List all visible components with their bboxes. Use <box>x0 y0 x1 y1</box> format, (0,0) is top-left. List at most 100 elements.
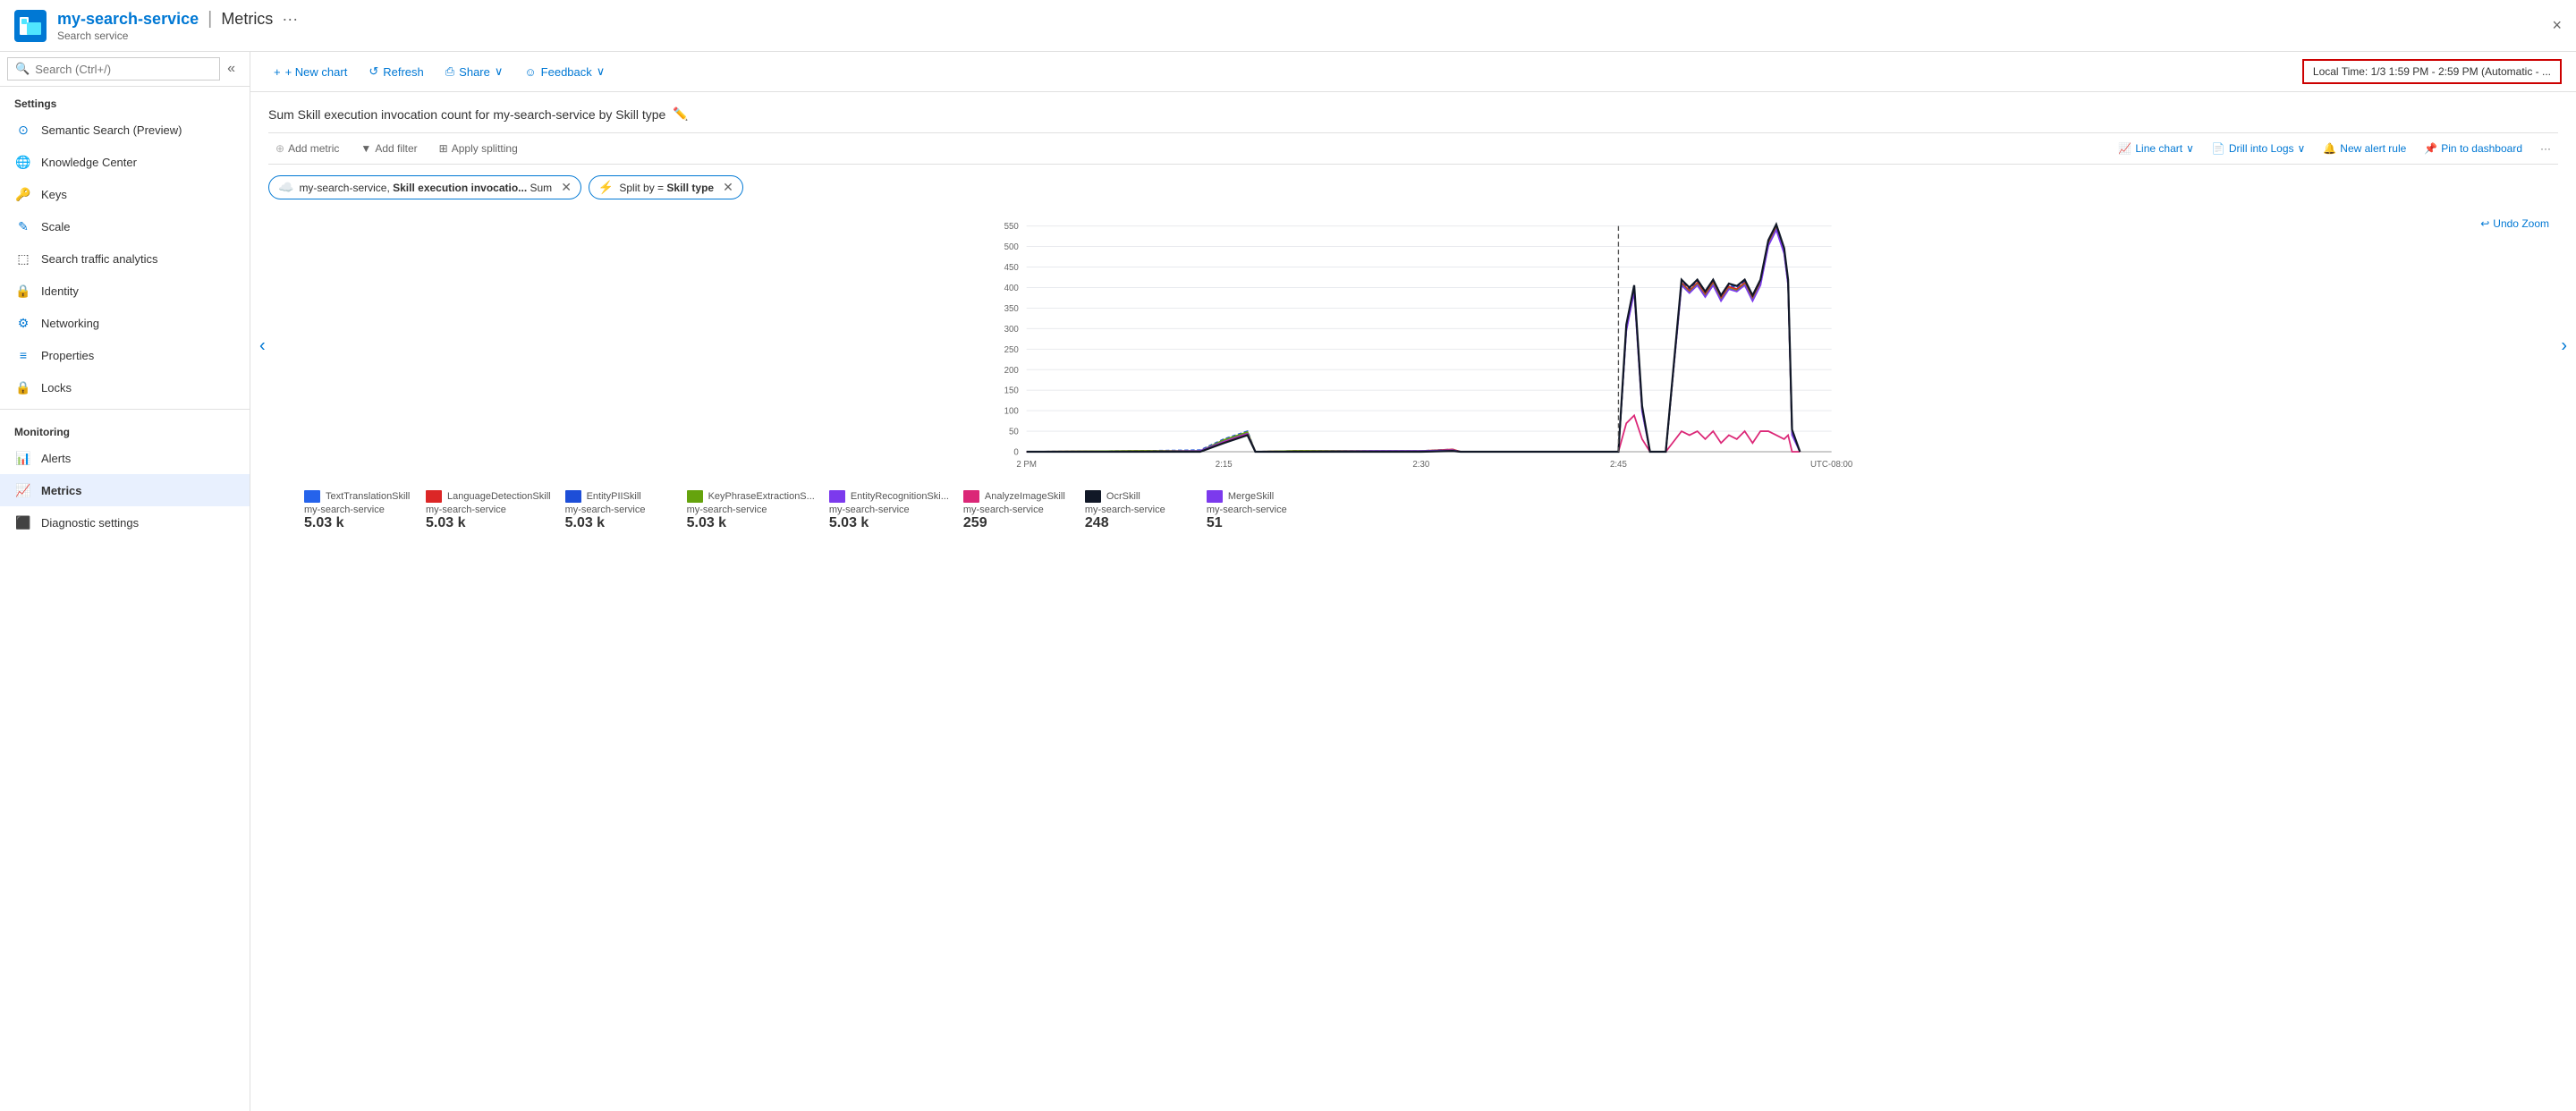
sidebar-collapse-btn[interactable]: « <box>220 57 242 81</box>
sidebar-item-metrics[interactable]: 📈 Metrics <box>0 474 250 506</box>
legend-label-0: TextTranslationSkill <box>326 491 410 502</box>
sidebar-item-search-traffic[interactable]: ⬚ Search traffic analytics <box>0 242 250 275</box>
knowledge-center-icon: 🌐 <box>14 153 32 171</box>
svg-text:2:45: 2:45 <box>1610 460 1627 470</box>
more-options-button[interactable]: ··· <box>2533 139 2558 158</box>
legend-label-3: KeyPhraseExtractionS... <box>708 491 815 502</box>
sidebar-item-knowledge-center[interactable]: 🌐 Knowledge Center <box>0 146 250 178</box>
sidebar-item-identity[interactable]: 🔒 Identity <box>0 275 250 307</box>
pin-dashboard-label: Pin to dashboard <box>2441 142 2522 155</box>
legend-value-2: 5.03 k <box>565 515 605 531</box>
chart-toolbar: ⊕ Add metric ▼ Add filter ⊞ Apply splitt… <box>268 132 2558 165</box>
legend-service-1: my-search-service <box>426 505 506 515</box>
chart-legend: TextTranslationSkill my-search-service 5… <box>268 490 2558 531</box>
sidebar-item-locks[interactable]: 🔒 Locks <box>0 371 250 403</box>
drill-logs-chevron: ∨ <box>2298 142 2306 155</box>
legend-value-1: 5.03 k <box>426 515 465 531</box>
legend-service-6: my-search-service <box>1085 505 1165 515</box>
legend-color-5 <box>963 490 979 503</box>
sidebar-item-label: Knowledge Center <box>41 156 137 169</box>
pill-text: my-search-service, Skill execution invoc… <box>299 182 552 194</box>
sidebar-item-label: Search traffic analytics <box>41 252 158 266</box>
legend-label-5: AnalyzeImageSkill <box>985 491 1065 502</box>
legend-value-5: 259 <box>963 515 987 531</box>
line-chart-button[interactable]: 📈 Line chart ∨ <box>2111 139 2200 158</box>
refresh-button[interactable]: ↺ Refresh <box>360 60 432 83</box>
chart-container: ‹ <box>277 210 2549 481</box>
legend-value-6: 248 <box>1085 515 1109 531</box>
sidebar-search-input[interactable] <box>35 63 212 76</box>
apply-splitting-button[interactable]: ⊞ Apply splitting <box>432 139 525 158</box>
chart-title-edit-icon[interactable]: ✏️ <box>673 106 688 122</box>
sidebar-item-semantic-search[interactable]: ⊙ Semantic Search (Preview) <box>0 114 250 146</box>
legend-item-1: LanguageDetectionSkill my-search-service… <box>426 490 551 531</box>
service-name: my-search-service <box>57 10 199 29</box>
split-pill-remove-btn[interactable]: ✕ <box>723 180 733 195</box>
legend-item-7: MergeSkill my-search-service 51 <box>1207 490 1314 531</box>
drill-logs-icon: 📄 <box>2212 142 2225 155</box>
refresh-icon: ↺ <box>369 64 378 79</box>
feedback-icon: ☺ <box>524 65 536 79</box>
add-metric-button[interactable]: ⊕ Add metric <box>268 139 346 158</box>
feedback-label: Feedback <box>541 65 592 79</box>
svg-text:300: 300 <box>1004 325 1020 335</box>
main-toolbar: + + New chart ↺ Refresh ⎙ Share ∨ ☺ Feed… <box>250 52 2576 92</box>
legend-color-3 <box>687 490 703 503</box>
sidebar-item-alerts[interactable]: 📊 Alerts <box>0 442 250 474</box>
split-pill-icon: ⚡ <box>598 180 614 195</box>
title-separator: | <box>208 9 212 30</box>
header-more-btn[interactable]: ··· <box>282 10 298 29</box>
sidebar-item-scale[interactable]: ✎ Scale <box>0 210 250 242</box>
sidebar-item-label: Diagnostic settings <box>41 516 139 530</box>
chart-nav-right-button[interactable]: › <box>2561 335 2567 356</box>
sidebar-item-properties[interactable]: ≡ Properties <box>0 339 250 371</box>
feedback-button[interactable]: ☺ Feedback ∨ <box>515 60 614 83</box>
sidebar-item-networking[interactable]: ⚙ Networking <box>0 307 250 339</box>
new-alert-label: New alert rule <box>2340 142 2406 155</box>
legend-service-3: my-search-service <box>687 505 767 515</box>
new-alert-button[interactable]: 🔔 New alert rule <box>2316 139 2413 158</box>
sidebar-item-label: Networking <box>41 317 99 330</box>
chart-toolbar-right: 📈 Line chart ∨ 📄 Drill into Logs ∨ 🔔 New… <box>2111 139 2558 158</box>
svg-text:250: 250 <box>1004 345 1020 355</box>
cloud-icon: ☁️ <box>278 180 293 195</box>
time-range-button[interactable]: Local Time: 1/3 1:59 PM - 2:59 PM (Autom… <box>2302 59 2562 84</box>
identity-icon: 🔒 <box>14 282 32 300</box>
drill-logs-button[interactable]: 📄 Drill into Logs ∨ <box>2205 139 2312 158</box>
sidebar-item-label: Properties <box>41 349 94 362</box>
legend-item-4: EntityRecognitionSki... my-search-servic… <box>829 490 949 531</box>
sidebar-item-keys[interactable]: 🔑 Keys <box>0 178 250 210</box>
chart-area: Sum Skill execution invocation count for… <box>250 92 2576 1111</box>
legend-value-3: 5.03 k <box>687 515 726 531</box>
legend-label-6: OcrSkill <box>1106 491 1140 502</box>
add-metric-label: Add metric <box>288 142 339 155</box>
share-chevron-icon: ∨ <box>495 64 504 79</box>
new-chart-label: + New chart <box>285 65 348 79</box>
sidebar-item-diagnostic[interactable]: ⬛ Diagnostic settings <box>0 506 250 539</box>
new-chart-button[interactable]: + + New chart <box>265 61 356 83</box>
svg-text:550: 550 <box>1004 222 1020 232</box>
pill-remove-btn[interactable]: ✕ <box>561 180 572 195</box>
app-logo <box>14 10 47 42</box>
chart-nav-left-button[interactable]: ‹ <box>259 335 266 356</box>
monitoring-section: Monitoring 📊 Alerts 📈 Metrics ⬛ Diagnost… <box>0 415 250 539</box>
page-title: Metrics <box>221 10 273 29</box>
share-button[interactable]: ⎙ Share ∨ <box>436 60 513 83</box>
filter-icon: ▼ <box>360 142 371 155</box>
header-subtitle: Search service <box>57 30 298 42</box>
alert-icon: 🔔 <box>2323 142 2336 155</box>
line-chart-chevron: ∨ <box>2186 142 2194 155</box>
legend-service-7: my-search-service <box>1207 505 1287 515</box>
locks-icon: 🔒 <box>14 378 32 396</box>
add-filter-button[interactable]: ▼ Add filter <box>353 139 424 158</box>
svg-text:450: 450 <box>1004 263 1020 273</box>
legend-item-5: AnalyzeImageSkill my-search-service 259 <box>963 490 1071 531</box>
pin-dashboard-button[interactable]: 📌 Pin to dashboard <box>2417 139 2529 158</box>
legend-service-4: my-search-service <box>829 505 910 515</box>
monitoring-section-label: Monitoring <box>0 415 250 442</box>
close-button[interactable]: × <box>2552 16 2562 35</box>
diagnostic-icon: ⬛ <box>14 513 32 531</box>
legend-item-2: EntityPIISkill my-search-service 5.03 k <box>565 490 673 531</box>
networking-icon: ⚙ <box>14 314 32 332</box>
line-chart-icon: 📈 <box>2118 142 2131 155</box>
